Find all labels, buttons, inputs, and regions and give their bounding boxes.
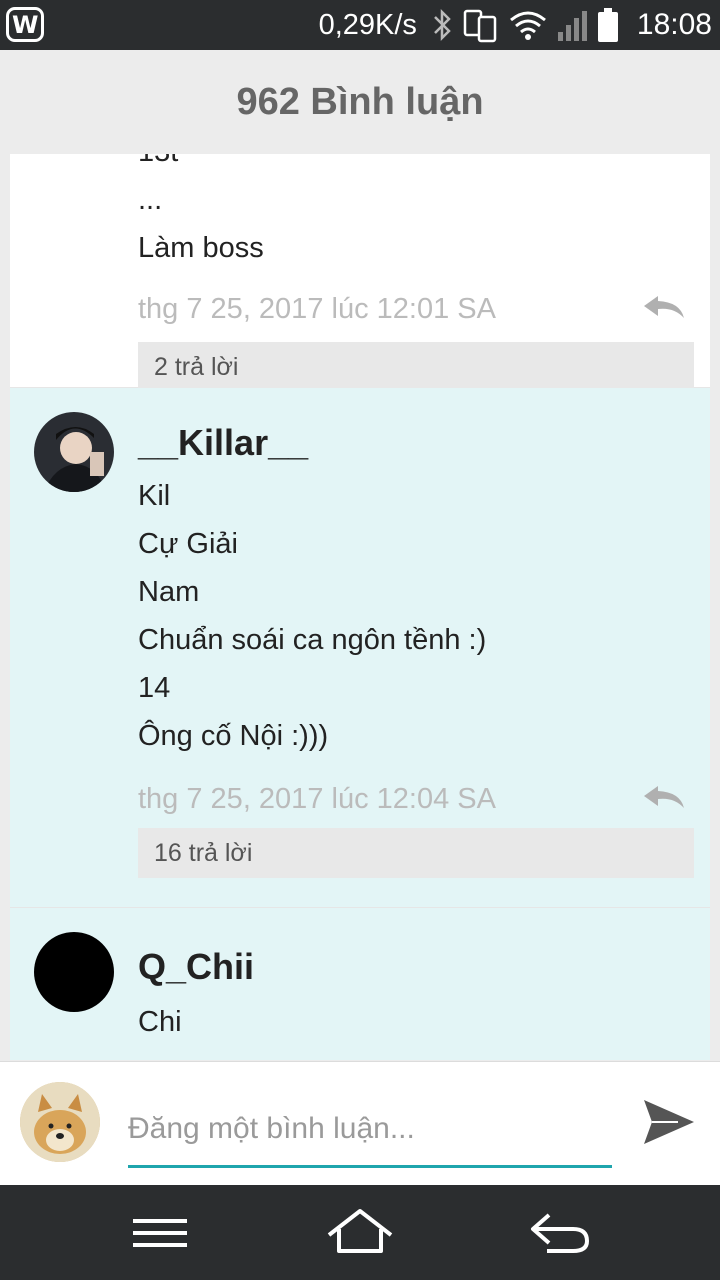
comment-author[interactable]: __Killar__ bbox=[138, 422, 694, 464]
comment-item: 13t ... Làm boss thg 7 25, 2017 lúc 12:0… bbox=[10, 154, 710, 392]
comment-meta: thg 7 25, 2017 lúc 12:01 SA bbox=[138, 284, 694, 334]
comment-timestamp: thg 7 25, 2017 lúc 12:01 SA bbox=[138, 293, 496, 325]
dog-avatar-image bbox=[20, 1082, 100, 1162]
comment-timestamp: thg 7 25, 2017 lúc 12:04 SA bbox=[138, 783, 496, 815]
comment-list[interactable]: 13t ... Làm boss thg 7 25, 2017 lúc 12:0… bbox=[10, 154, 710, 1060]
comment-line: Chi bbox=[138, 1006, 182, 1038]
bluetooth-icon bbox=[434, 8, 451, 42]
replies-button[interactable]: 16 trả lời bbox=[138, 828, 694, 878]
my-avatar bbox=[20, 1082, 100, 1162]
back-icon[interactable] bbox=[525, 1205, 595, 1261]
comment-line: Kil bbox=[138, 480, 171, 512]
header: 962 Bình luận bbox=[0, 50, 720, 154]
comment-item: Q_Chii Chi bbox=[10, 908, 710, 1060]
comment-line: Làm boss bbox=[138, 232, 264, 264]
comment-composer bbox=[0, 1061, 720, 1185]
comment-line: 14 bbox=[138, 672, 171, 704]
signal-icon bbox=[557, 11, 587, 41]
comment-author[interactable]: Q_Chii bbox=[138, 946, 694, 988]
navigation-bar bbox=[0, 1185, 720, 1280]
battery-icon bbox=[597, 8, 618, 42]
replies-button[interactable]: 2 trả lời bbox=[138, 342, 694, 392]
avatar[interactable] bbox=[34, 932, 114, 1012]
home-icon[interactable] bbox=[325, 1205, 395, 1261]
status-bar: W 0,29K/s 18:08 bbox=[0, 0, 720, 50]
network-speed: 0,29K/s bbox=[318, 8, 417, 41]
menu-icon[interactable] bbox=[125, 1205, 195, 1261]
reply-icon[interactable] bbox=[642, 294, 686, 320]
comment-line: Ông cố Nội :))) bbox=[138, 720, 329, 752]
comment-line: ... bbox=[138, 184, 163, 216]
user-photo bbox=[34, 412, 114, 492]
comment-input[interactable] bbox=[128, 1092, 612, 1168]
reply-icon[interactable] bbox=[642, 784, 686, 810]
send-icon[interactable] bbox=[638, 1092, 698, 1152]
comment-line: Chuẩn soái ca ngôn tềnh :) bbox=[138, 624, 487, 656]
comment-line: 13t bbox=[138, 154, 694, 176]
comment-meta: thg 7 25, 2017 lúc 12:04 SA bbox=[138, 774, 694, 824]
avatar[interactable] bbox=[34, 412, 114, 492]
page-title: 962 Bình luận bbox=[236, 80, 484, 123]
comment-line: Nam bbox=[138, 576, 200, 608]
comment-item: __Killar__ Kil Cự Giải Nam Chuẩn soái ca… bbox=[10, 388, 710, 908]
phone-sync-icon bbox=[463, 9, 497, 43]
clock: 18:08 bbox=[636, 8, 712, 41]
wifi-icon bbox=[509, 11, 546, 40]
comment-line: Cự Giải bbox=[138, 528, 238, 560]
app-w-icon: W bbox=[6, 7, 44, 42]
